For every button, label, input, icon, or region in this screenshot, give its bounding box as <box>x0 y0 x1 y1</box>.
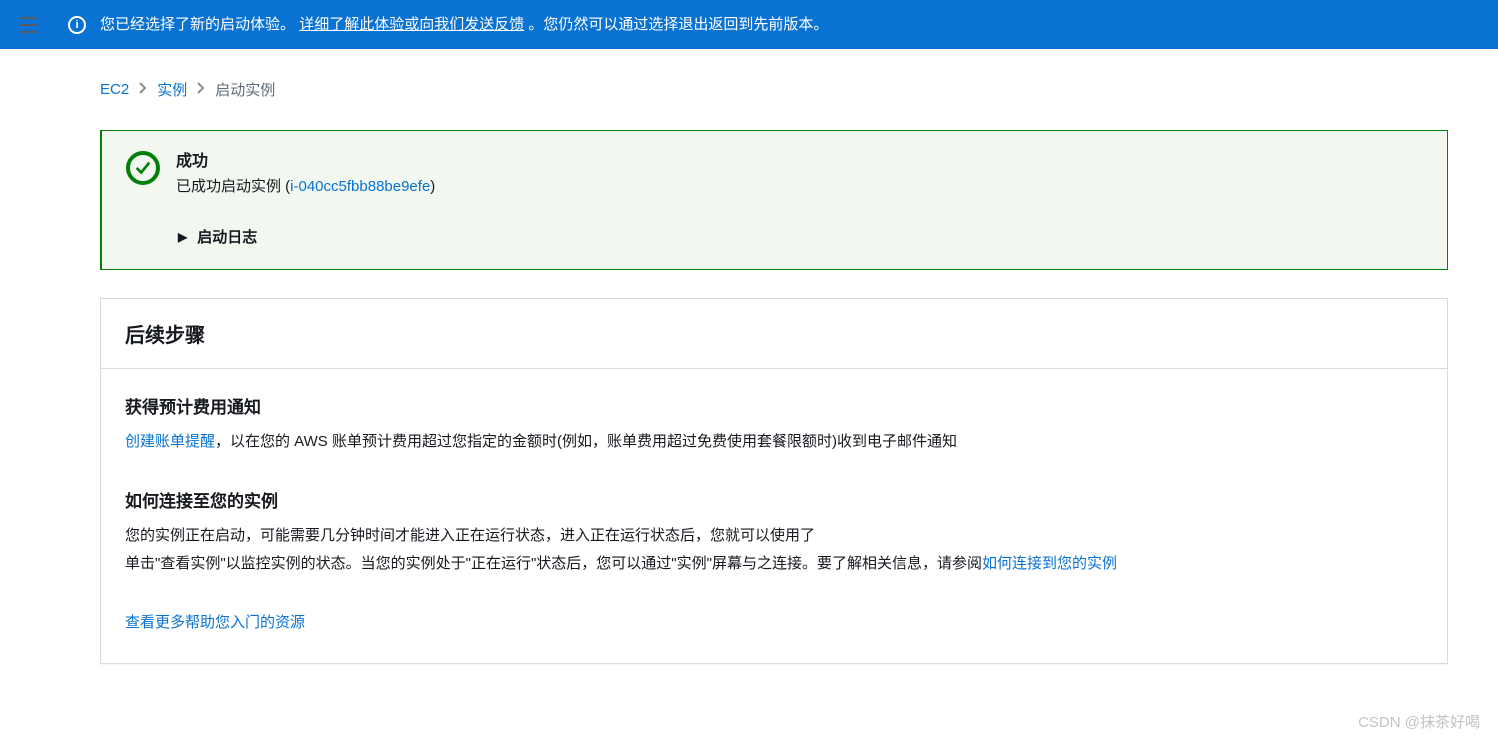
breadcrumb-instances[interactable]: 实例 <box>157 79 187 100</box>
success-alert: 成功 已成功启动实例 (i-040cc5fbb88be9efe) ▶ 启动日志 <box>100 130 1448 270</box>
banner-text-2: 。您仍然可以通过选择退出返回到先前版本。 <box>528 16 828 33</box>
create-billing-alert-link[interactable]: 创建账单提醒 <box>125 433 215 450</box>
instance-id-link[interactable]: i-040cc5fbb88be9efe <box>290 178 430 195</box>
launch-log-toggle[interactable]: ▶ 启动日志 <box>178 226 1423 247</box>
success-description: 已成功启动实例 (i-040cc5fbb88be9efe) <box>176 175 435 196</box>
more-resources-link[interactable]: 查看更多帮助您入门的资源 <box>125 614 305 631</box>
watermark: CSDN @抹茶好喝 <box>1358 711 1480 732</box>
next-steps-panel: 后续步骤 获得预计费用通知 创建账单提醒，以在您的 AWS 账单预计费用超过您指… <box>100 298 1448 664</box>
menu-button[interactable] <box>8 17 48 33</box>
connect-title: 如何连接至您的实例 <box>125 487 1423 512</box>
next-steps-heading: 后续步骤 <box>125 319 1423 348</box>
banner-text-1: 您已经选择了新的启动体验。 <box>100 16 295 33</box>
billing-text: ，以在您的 AWS 账单预计费用超过您指定的金额时(例如，账单费用超过免费使用套… <box>215 433 957 450</box>
breadcrumb: EC2 实例 启动实例 <box>100 79 1448 100</box>
how-to-connect-link[interactable]: 如何连接到您的实例 <box>982 555 1117 572</box>
notification-banner: i 您已经选择了新的启动体验。 详细了解此体验或向我们发送反馈 。您仍然可以通过… <box>48 0 1498 49</box>
breadcrumb-ec2[interactable]: EC2 <box>100 81 129 98</box>
caret-right-icon: ▶ <box>178 230 187 244</box>
chevron-right-icon <box>197 81 205 98</box>
chevron-right-icon <box>139 81 147 98</box>
success-check-icon <box>126 151 160 185</box>
success-title: 成功 <box>176 147 435 171</box>
launch-log-label: 启动日志 <box>197 226 257 247</box>
connect-p1: 您的实例正在启动，可能需要几分钟时间才能进入正在运行状态，进入正在运行状态后，您… <box>125 522 1423 551</box>
billing-title: 获得预计费用通知 <box>125 393 1423 418</box>
connect-p2: 单击"查看实例"以监控实例的状态。当您的实例处于"正在运行"状态后，您可以通过"… <box>125 555 982 572</box>
banner-feedback-link[interactable]: 详细了解此体验或向我们发送反馈 <box>299 16 524 33</box>
info-icon: i <box>68 16 86 34</box>
breadcrumb-current: 启动实例 <box>215 79 275 100</box>
